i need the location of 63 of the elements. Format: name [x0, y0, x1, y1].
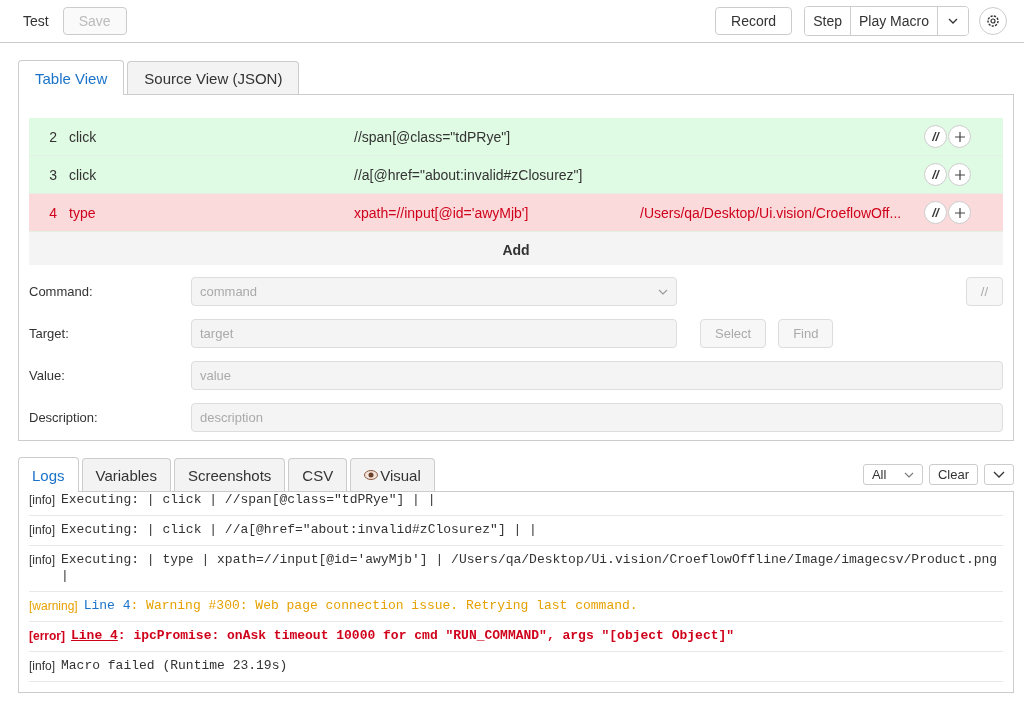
- settings-icon: [986, 14, 1000, 28]
- plus-icon: [954, 131, 965, 142]
- clear-button[interactable]: Clear: [928, 464, 978, 485]
- add-row-button[interactable]: [948, 125, 971, 148]
- command-cell-text: click: [69, 128, 98, 145]
- add-row-button[interactable]: [948, 163, 971, 186]
- target-cell-text: //a[@href="about:invalid#zClosurez"]: [354, 166, 584, 183]
- record-button[interactable]: Record: [715, 7, 793, 35]
- log-level: [error]: [29, 628, 65, 644]
- command-row[interactable]: 4 type xpath=//input[@id='awyMjb'] /Users/qa/Desktop/Ui.vision/CroeflowOff... //: [29, 194, 1003, 232]
- add-row-button[interactable]: [948, 201, 971, 224]
- field-label: Command:: [29, 284, 94, 299]
- row-index: 3: [48, 166, 58, 183]
- line-link[interactable]: Line 4: [71, 628, 118, 643]
- command-cell-text: type: [69, 204, 97, 221]
- step-button[interactable]: Step: [805, 7, 851, 35]
- comment-button[interactable]: //: [924, 125, 947, 148]
- plus-icon: [954, 169, 965, 180]
- log-message: Line 4: Warning #300: Web page connection issue. Retrying last command.: [83, 598, 638, 614]
- settings-button[interactable]: [979, 7, 1007, 35]
- log-message: Macro failed (Runtime 23.19s): [61, 658, 288, 674]
- comment-button[interactable]: //: [924, 201, 947, 224]
- more-button[interactable]: [984, 464, 1014, 485]
- command-row[interactable]: 2 click //span[@class="tdPRye"] //: [29, 118, 1003, 156]
- caret-icon: [658, 288, 668, 295]
- log-tab[interactable]: Logs: [18, 457, 79, 492]
- target-cell-text: //span[@class="tdPRye"]: [354, 128, 512, 145]
- field-label: Description:: [29, 410, 99, 425]
- log-level: [info]: [29, 552, 55, 569]
- target-cell-text: xpath=//input[@id='awyMjb']: [354, 204, 530, 221]
- macro-name: Test: [23, 13, 49, 29]
- description-field[interactable]: description: [191, 403, 1003, 432]
- log-tab[interactable]: Visual: [350, 458, 435, 491]
- line-link[interactable]: Line 4: [83, 598, 131, 613]
- row-index: 4: [48, 204, 58, 221]
- log-level: [info]: [29, 658, 55, 674]
- field-label: Value:: [29, 368, 66, 383]
- log-level: [info]: [29, 492, 55, 508]
- view-tab[interactable]: Source View (JSON): [127, 61, 300, 94]
- log-tab[interactable]: CSV: [288, 458, 348, 491]
- row-index: 2: [48, 128, 58, 145]
- caret-icon: [903, 471, 914, 478]
- log-tab[interactable]: Screenshots: [173, 458, 286, 491]
- target-field[interactable]: target: [191, 319, 677, 348]
- field-label: Target:: [29, 326, 70, 341]
- caret-icon: [947, 17, 959, 25]
- value-field[interactable]: value: [191, 361, 1003, 390]
- plus-icon: [954, 207, 965, 218]
- log-tab[interactable]: Variables: [81, 458, 171, 491]
- log-level: [warning]: [29, 598, 78, 614]
- log-message: Executing: | click | //a[@href="about:invalid#zClosurez"] | |: [61, 522, 537, 538]
- command-row[interactable]: 3 click //a[@href="about:invalid#zClosurez"] //: [29, 156, 1003, 194]
- comment-button[interactable]: //: [924, 163, 947, 186]
- log-message: Executing: | type | xpath=//input[@id='awyMjb'] | /Users/qa/Desktop/Ui.vision/CroeflowOffline/Image/imagecsv/Product.png |: [61, 552, 999, 584]
- log-message: Line 4: ipcPromise: onAsk timeout 10000 for cmd "RUN_COMMAND", args "[object Object]": [71, 628, 735, 644]
- add-command-button[interactable]: Add: [29, 232, 1003, 265]
- log-filter-select[interactable]: All: [862, 464, 923, 485]
- value-cell: /Users/qa/Desktop/Ui.vision/CroeflowOff...: [640, 204, 902, 221]
- caret-icon: [993, 470, 1005, 479]
- view-tab[interactable]: Table View: [18, 60, 125, 95]
- log-message: Executing: | click | //span[@class="tdPRye"] | |: [61, 492, 436, 508]
- command-cell-text: click: [69, 166, 98, 183]
- log-level: [info]: [29, 522, 55, 538]
